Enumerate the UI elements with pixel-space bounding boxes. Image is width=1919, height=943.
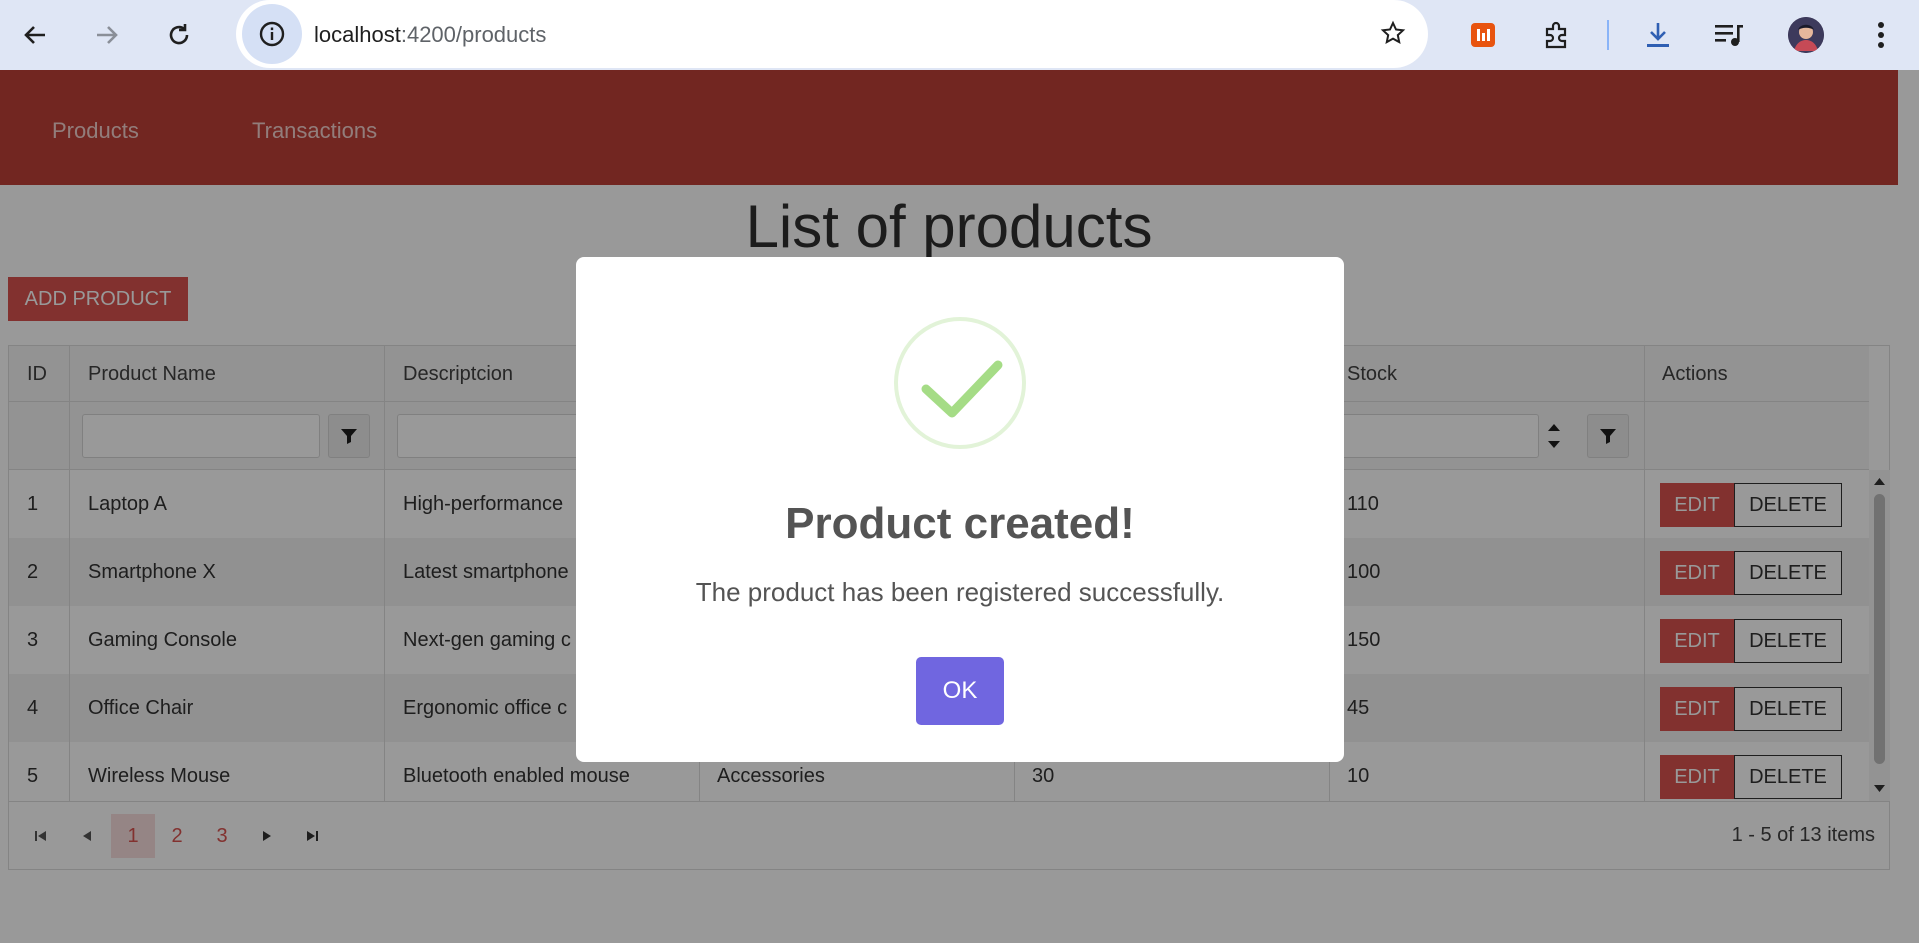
reload-button[interactable]: [160, 16, 198, 54]
site-info-button[interactable]: [242, 4, 302, 64]
toolbar-divider: [1607, 20, 1609, 50]
profile-avatar[interactable]: [1788, 17, 1824, 53]
url-host: localhost: [314, 22, 401, 47]
dialog-title: Product created!: [785, 499, 1135, 548]
success-check-icon: [921, 360, 1003, 418]
chrome-menu-icon[interactable]: [1864, 18, 1898, 52]
info-icon: [259, 21, 285, 47]
ok-button[interactable]: OK: [916, 657, 1004, 725]
media-playlist-icon[interactable]: [1712, 18, 1746, 52]
download-icon[interactable]: [1641, 18, 1675, 52]
back-arrow-icon: [24, 26, 45, 44]
browser-toolbar: localhost:4200/products: [0, 0, 1919, 70]
extension-icon[interactable]: [1466, 18, 1500, 52]
url-text: localhost:4200/products: [314, 22, 546, 48]
bookmark-star-icon[interactable]: [1380, 20, 1406, 51]
forward-arrow-icon: [97, 26, 118, 44]
address-bar[interactable]: localhost:4200/products: [236, 0, 1428, 68]
dialog-message: The product has been registered successf…: [695, 577, 1225, 607]
url-path: :4200/products: [400, 22, 547, 47]
puzzle-extensions-icon[interactable]: [1540, 18, 1574, 52]
success-dialog: Product created! The product has been re…: [576, 257, 1344, 762]
back-button[interactable]: [16, 16, 54, 54]
forward-button[interactable]: [88, 16, 126, 54]
reload-icon: [169, 24, 189, 45]
